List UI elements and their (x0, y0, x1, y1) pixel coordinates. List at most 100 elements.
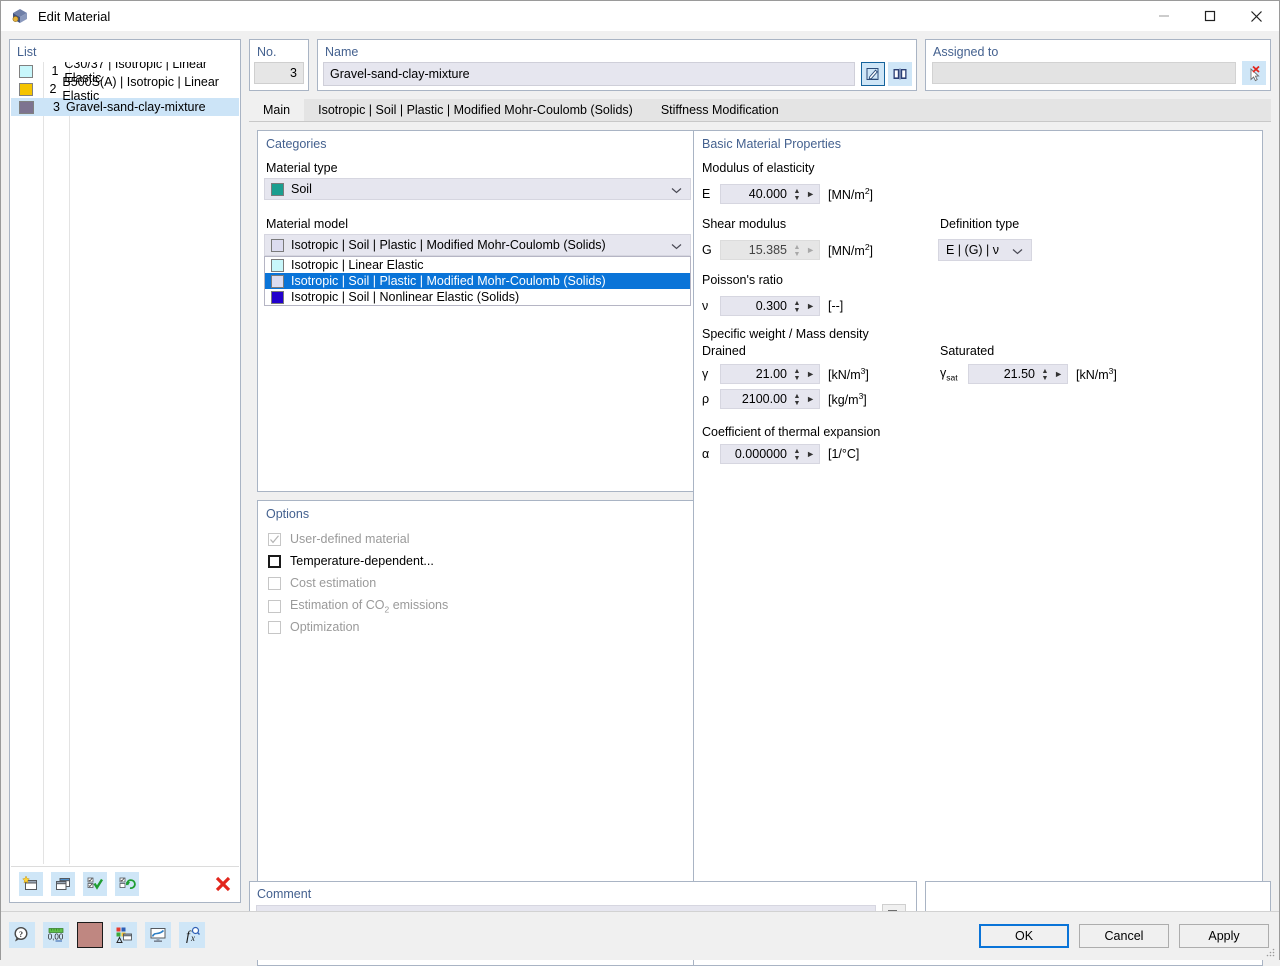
expand-arrow-icon[interactable]: ► (806, 241, 815, 259)
graphic-button[interactable] (145, 922, 171, 948)
spinner-down-icon[interactable]: ▼ (794, 251, 801, 258)
list-item-selected[interactable]: 3 Gravel-sand-clay-mixture (11, 98, 239, 116)
expand-arrow-icon[interactable]: ► (806, 365, 815, 383)
formula-button[interactable]: f x (179, 922, 205, 948)
tab-main[interactable]: Main (249, 99, 305, 121)
cancel-button[interactable]: Cancel (1079, 924, 1169, 948)
maximize-icon[interactable] (1187, 1, 1233, 31)
update-materials-button[interactable] (115, 872, 139, 896)
modulus-input[interactable]: 40.000 ▲ ▼ ► (720, 184, 820, 204)
spinner-icon[interactable]: ▲ ▼ (791, 298, 803, 316)
material-name-input[interactable]: Gravel-sand-clay-mixture (323, 62, 855, 86)
copy-material-button[interactable] (51, 872, 75, 896)
chevron-down-icon (671, 235, 682, 257)
option-cost-estimation[interactable]: Cost estimation (268, 576, 376, 590)
spinner-icon[interactable]: ▲ ▼ (791, 242, 803, 260)
shear-row: G 15.385 ▲ ▼ ► [MN/m2] (702, 240, 873, 260)
window-controls (1141, 1, 1279, 31)
expand-arrow-icon[interactable]: ► (806, 445, 815, 463)
poisson-symbol: ν (702, 299, 709, 313)
delete-material-button[interactable] (211, 872, 235, 896)
dialog-buttons: OK Cancel Apply (969, 924, 1269, 948)
list-item[interactable]: 2 B500S(A) | Isotropic | Linear Elastic (11, 75, 239, 103)
option-temperature-dependent[interactable]: Temperature-dependent... (268, 554, 434, 568)
material-model-color-swatch (271, 238, 284, 252)
spinner-up-icon[interactable]: ▲ (794, 448, 801, 455)
apply-button[interactable]: Apply (1179, 924, 1269, 948)
close-icon[interactable] (1233, 1, 1279, 31)
expand-arrow-icon[interactable]: ► (806, 390, 815, 408)
rho-input[interactable]: 2100.00 ▲ ▼ ► (720, 389, 820, 409)
spinner-icon[interactable]: ▲ ▼ (791, 446, 803, 464)
color-button[interactable] (77, 922, 103, 948)
thermal-input[interactable]: 0.000000 ▲ ▼ ► (720, 444, 820, 464)
expand-arrow-icon[interactable]: ► (806, 297, 815, 315)
main-tab-content: Categories Material type Soil Material m… (249, 121, 1271, 966)
spinner-up-icon[interactable]: ▲ (794, 393, 801, 400)
minimize-icon[interactable] (1141, 1, 1187, 31)
shear-unit: [MN/m (828, 244, 865, 259)
name-panel-title: Name (325, 45, 359, 59)
definition-type-select[interactable]: E | (G) | ν (938, 239, 1032, 261)
spinner-down-icon[interactable]: ▼ (1042, 375, 1049, 382)
shear-group-label: Shear modulus (702, 217, 787, 231)
list-item-number: 2 (49, 82, 57, 96)
checkbox-icon (268, 532, 281, 546)
expand-arrow-icon[interactable]: ► (1054, 365, 1063, 383)
option-user-defined-material[interactable]: User-defined material (268, 532, 410, 546)
material-color-swatch (19, 82, 33, 96)
spinner-down-icon[interactable]: ▼ (794, 375, 801, 382)
new-material-button[interactable] (19, 872, 43, 896)
material-number-field[interactable]: 3 (254, 62, 304, 84)
spinner-icon[interactable]: ▲ ▼ (1039, 366, 1051, 384)
checkbox-icon (268, 599, 281, 613)
check-materials-button[interactable] (83, 872, 107, 896)
spinner-up-icon[interactable]: ▲ (794, 300, 801, 307)
spinner-down-icon[interactable]: ▼ (794, 195, 801, 202)
assigned-to-input[interactable] (932, 62, 1236, 84)
dropdown-option-mohr-coulomb[interactable]: Isotropic | Soil | Plastic | Modified Mo… (265, 273, 690, 289)
select-cancel-icon[interactable] (1242, 61, 1266, 85)
definition-type-label: Definition type (940, 217, 1020, 231)
spinner-down-icon[interactable]: ▼ (794, 455, 801, 462)
pencil-edit-icon[interactable] (861, 62, 885, 86)
ok-button[interactable]: OK (979, 924, 1069, 948)
spinner-up-icon[interactable]: ▲ (1042, 368, 1049, 375)
poisson-input[interactable]: 0.300 ▲ ▼ ► (720, 296, 820, 316)
resize-grip-icon[interactable] (1265, 947, 1275, 957)
material-model-dropdown-list[interactable]: Isotropic | Linear Elastic Isotropic | S… (264, 256, 691, 306)
info-button[interactable]: ? (9, 922, 35, 948)
chevron-down-icon (1012, 240, 1023, 262)
dropdown-option-nonlinear-elastic[interactable]: Isotropic | Soil | Nonlinear Elastic (So… (265, 289, 690, 305)
gamma-row: γ 21.00 ▲ ▼ ► [kN/m3] (702, 364, 869, 384)
shear-value: 15.385 (748, 243, 787, 257)
spinner-up-icon[interactable]: ▲ (794, 244, 801, 251)
spinner-down-icon[interactable]: ▼ (794, 307, 801, 314)
spinner-up-icon[interactable]: ▲ (794, 368, 801, 375)
display-properties-button[interactable] (111, 922, 137, 948)
dialog-body: List 1 C30/37 | Isotropic | Linear Elast… (1, 31, 1279, 966)
spinner-icon[interactable]: ▲ ▼ (791, 366, 803, 384)
tab-stiffness-modification[interactable]: Stiffness Modification (646, 99, 793, 121)
spinner-icon[interactable]: ▲ ▼ (791, 391, 803, 409)
spinner-down-icon[interactable]: ▼ (794, 400, 801, 407)
spinner-icon[interactable]: ▲ ▼ (791, 186, 803, 204)
gamma-input[interactable]: 21.00 ▲ ▼ ► (720, 364, 820, 384)
number-panel-title: No. (257, 45, 277, 59)
name-panel: Name Gravel-sand-clay-mixture (317, 39, 917, 91)
gamma-sat-input[interactable]: 21.50 ▲ ▼ ► (968, 364, 1068, 384)
option-optimization[interactable]: Optimization (268, 620, 359, 634)
dropdown-option-linear-elastic[interactable]: Isotropic | Linear Elastic (265, 257, 690, 273)
units-button[interactable]: 0,00 (43, 922, 69, 948)
material-list[interactable]: 1 C30/37 | Isotropic | Linear Elastic 2 … (11, 62, 239, 864)
option-co2-emissions[interactable]: Estimation of CO2 emissions (268, 598, 448, 615)
book-library-icon[interactable] (888, 62, 912, 86)
modulus-symbol: E (702, 187, 711, 201)
material-type-select[interactable]: Soil (264, 178, 691, 200)
material-color-swatch (19, 64, 34, 78)
expand-arrow-icon[interactable]: ► (806, 185, 815, 203)
tab-mohr-coulomb[interactable]: Isotropic | Soil | Plastic | Modified Mo… (304, 99, 647, 121)
shear-input[interactable]: 15.385 ▲ ▼ ► (720, 240, 820, 260)
spinner-up-icon[interactable]: ▲ (794, 188, 801, 195)
material-model-select[interactable]: Isotropic | Soil | Plastic | Modified Mo… (264, 234, 691, 256)
